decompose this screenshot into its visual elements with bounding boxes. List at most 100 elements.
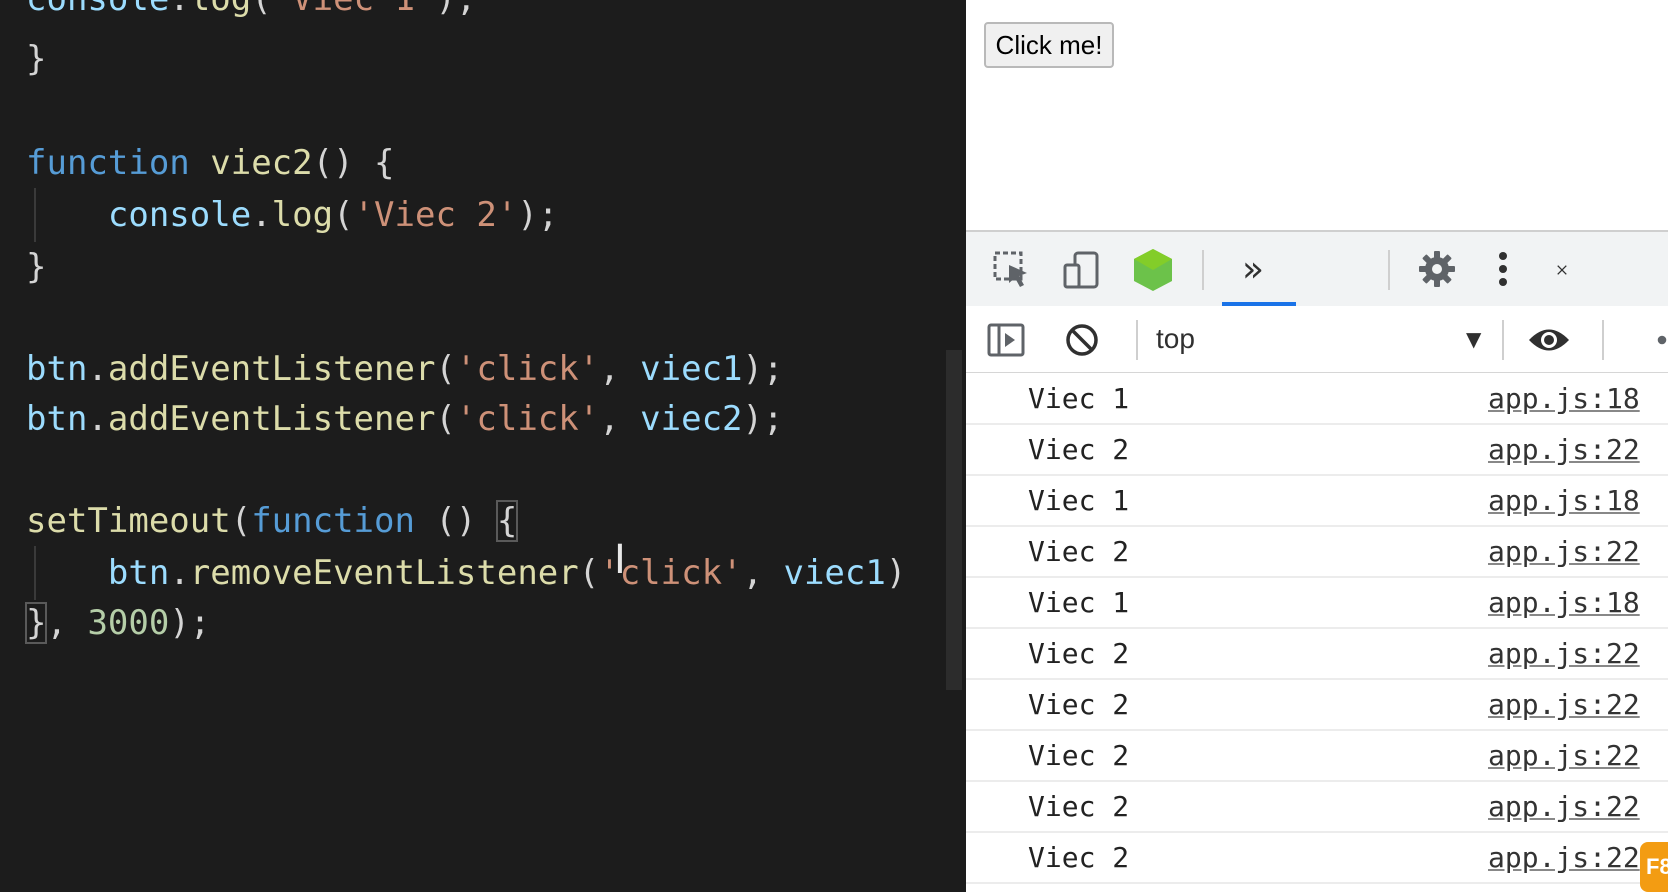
code-line[interactable]: console.log('Viec 1');: [26, 0, 476, 26]
log-source-link[interactable]: app.js:22: [1488, 629, 1640, 678]
channel-logo-badge: F8: [1640, 842, 1668, 892]
log-source-link[interactable]: app.js:22: [1488, 680, 1640, 729]
code-token: (': [251, 0, 292, 19]
device-toolbar-icon[interactable]: [1062, 250, 1102, 290]
code-token: (: [333, 195, 354, 235]
code-token: setTimeout: [26, 501, 231, 541]
code-token: 3000: [87, 603, 170, 643]
code-token: btn: [26, 399, 88, 439]
log-source-link[interactable]: app.js:18: [1488, 578, 1640, 627]
editor-scrollbar[interactable]: [946, 350, 962, 690]
code-token: .: [169, 0, 189, 19]
code-token: btn: [107, 553, 170, 593]
inspect-element-icon[interactable]: [992, 250, 1032, 290]
text-cursor-icon: I: [614, 537, 626, 583]
log-message: Viec 1: [1028, 586, 1130, 619]
log-message: Viec 2: [1028, 739, 1130, 772]
code-token: );: [517, 195, 559, 235]
console-log-list: Viec 1 app.js:18 Viec 2 app.js:22 Viec 1 app.…: [966, 374, 1668, 884]
toolbar-divider: [1202, 250, 1204, 290]
indent-guide: [34, 188, 36, 242]
log-source-link[interactable]: app.js:22: [1488, 833, 1640, 882]
execution-context-select[interactable]: top: [1156, 306, 1195, 372]
code-token: addEventListener: [107, 349, 436, 389]
code-line[interactable]: }: [26, 32, 46, 86]
code-token: 'click': [455, 349, 600, 389]
more-options-icon[interactable]: [1488, 248, 1518, 290]
page-viewport: Click me!: [966, 0, 1668, 230]
console-log-row: Viec 2 app.js:22: [966, 782, 1668, 833]
code-token: viec2: [210, 143, 313, 183]
toolbar-divider: [1502, 320, 1504, 360]
code-line[interactable]: btn.addEventListener('click', viec1);: [26, 342, 783, 396]
code-line[interactable]: console.log('Viec 2');: [26, 188, 558, 242]
log-source-link[interactable]: app.js:22: [1488, 527, 1640, 576]
code-token: ,: [46, 603, 88, 643]
code-token: viec1: [640, 349, 743, 389]
code-token: function: [26, 143, 190, 183]
log-message: Viec 2: [1028, 637, 1130, 670]
code-token: }: [24, 602, 48, 644]
console-log-row: Viec 2 app.js:22: [966, 527, 1668, 578]
close-devtools-icon[interactable]: [1556, 254, 1568, 286]
log-message: Viec 1: [1028, 484, 1130, 517]
code-token: viec1: [783, 553, 886, 593]
code-editor[interactable]: console.log('Viec 1');} function viec2() …: [0, 0, 966, 892]
code-line[interactable]: btn.addEventListener('click', viec2);: [26, 392, 783, 446]
node-devtools-icon[interactable]: [1130, 246, 1176, 294]
toolbar-divider: [1136, 320, 1138, 360]
code-token: (: [578, 553, 600, 593]
code-token: log: [190, 0, 251, 19]
log-source-link[interactable]: app.js:18: [1488, 374, 1640, 423]
code-token: (): [414, 501, 497, 541]
chevron-down-icon[interactable]: ▼: [1466, 306, 1481, 372]
console-log-row: Viec 1 app.js:18: [966, 476, 1668, 527]
live-expression-eye-icon[interactable]: [1522, 320, 1576, 360]
code-token: 'Viec 2': [353, 195, 518, 235]
log-message: Viec 2: [1028, 790, 1130, 823]
code-line[interactable]: }, 3000);: [24, 596, 211, 650]
show-sidebar-icon[interactable]: [986, 320, 1026, 360]
code-token: );: [742, 399, 784, 439]
log-source-link[interactable]: app.js:22: [1488, 731, 1640, 780]
console-log-row: Viec 1 app.js:18: [966, 374, 1668, 425]
more-tabs-icon[interactable]: »: [1228, 246, 1278, 292]
code-token: }: [26, 39, 47, 79]
code-token: {: [495, 500, 519, 542]
console-log-row: Viec 2 app.js:22: [966, 731, 1668, 782]
console-log-row: Viec 2 app.js:22: [966, 680, 1668, 731]
code-token: .: [87, 349, 108, 389]
console-settings-icon[interactable]: [1656, 326, 1668, 354]
code-token: ,: [599, 349, 641, 389]
log-message: Viec 2: [1028, 688, 1130, 721]
log-source-link[interactable]: app.js:18: [1488, 476, 1640, 525]
log-message: Viec 2: [1028, 535, 1130, 568]
code-line[interactable]: setTimeout(function () {: [26, 494, 519, 548]
settings-gear-icon[interactable]: [1416, 248, 1458, 290]
code-token: );: [742, 349, 784, 389]
log-source-link[interactable]: app.js:22: [1488, 425, 1640, 474]
code-token: );: [169, 603, 211, 643]
console-log-row: Viec 2 app.js:22: [966, 629, 1668, 680]
log-message: Viec 2: [1028, 433, 1130, 466]
code-token: () {: [312, 143, 395, 183]
indent-guide: [34, 546, 36, 600]
console-log-row: Viec 2 app.js:22: [966, 425, 1668, 476]
code-token: .: [87, 399, 108, 439]
log-message: Viec 2: [1028, 841, 1130, 874]
code-token: .: [251, 195, 272, 235]
devtools-toolbar: »: [966, 230, 1668, 309]
code-token: log: [271, 195, 334, 235]
code-token: btn: [26, 349, 88, 389]
code-token: addEventListener: [107, 399, 436, 439]
log-source-link[interactable]: app.js:22: [1488, 782, 1640, 831]
code-line[interactable]: function viec2() {: [26, 136, 395, 190]
click-me-button[interactable]: Click me!: [984, 22, 1114, 68]
code-line[interactable]: btn.removeEventListener('click', viec1): [26, 546, 906, 600]
code-token: function: [251, 501, 415, 541]
clear-console-icon[interactable]: [1062, 320, 1102, 360]
code-line[interactable]: }: [26, 240, 46, 294]
